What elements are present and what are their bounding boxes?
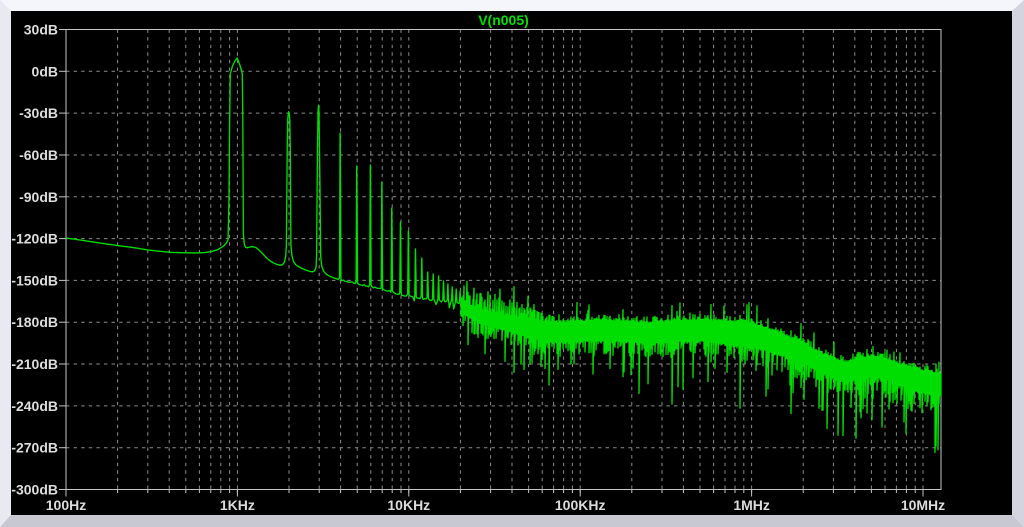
- svg-text:-150dB: -150dB: [11, 272, 58, 288]
- svg-text:-30dB: -30dB: [19, 105, 58, 121]
- svg-text:-210dB: -210dB: [11, 356, 58, 372]
- svg-text:-180dB: -180dB: [11, 314, 58, 330]
- svg-text:V(n005): V(n005): [478, 12, 529, 28]
- svg-text:-60dB: -60dB: [19, 147, 58, 163]
- svg-text:30dB: 30dB: [24, 22, 58, 38]
- svg-text:0dB: 0dB: [32, 63, 58, 79]
- svg-text:100KHz: 100KHz: [555, 497, 606, 513]
- svg-text:1KHz: 1KHz: [220, 497, 255, 513]
- svg-text:-120dB: -120dB: [11, 231, 58, 247]
- svg-text:-270dB: -270dB: [11, 440, 58, 456]
- svg-text:10MHz: 10MHz: [901, 497, 945, 513]
- svg-text:-240dB: -240dB: [11, 398, 58, 414]
- svg-text:10KHz: 10KHz: [387, 497, 430, 513]
- svg-text:-90dB: -90dB: [19, 189, 58, 205]
- svg-text:1MHz: 1MHz: [733, 497, 770, 513]
- svg-text:-300dB: -300dB: [11, 482, 58, 498]
- svg-text:100Hz: 100Hz: [46, 497, 86, 513]
